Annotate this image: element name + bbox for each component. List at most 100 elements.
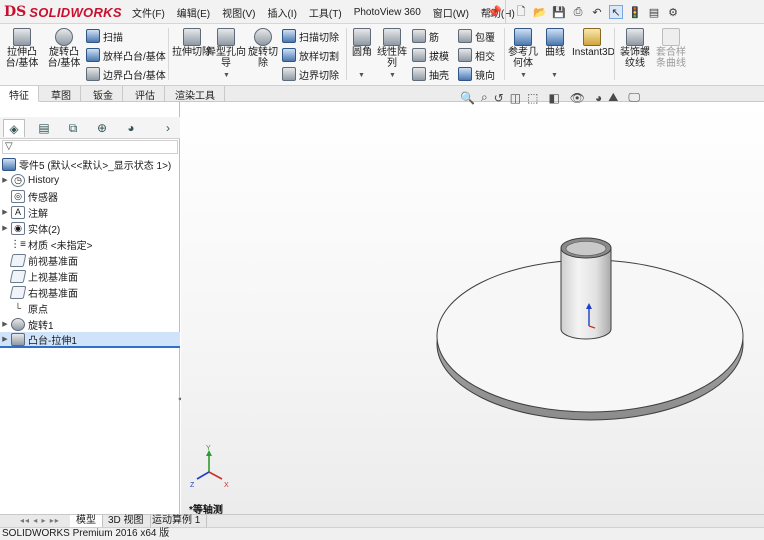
rib-button[interactable]: 筋 [412,28,439,44]
extruded-cylinder-body[interactable] [560,237,612,340]
tree-item-boss-extrude1[interactable]: ▶ 凸台-拉伸1 [0,332,180,348]
previous-view-icon[interactable]: ↺ [494,91,504,105]
tab-sheet-metal[interactable]: 钣金 [84,86,123,102]
pattern-chevron-down-icon[interactable]: ▼ [389,72,396,79]
instant3d-button[interactable]: Instant3D [572,28,615,58]
rebuild-icon[interactable]: 🚦 [628,5,642,19]
property-manager-tab-icon[interactable]: ▤ [33,119,55,137]
tree-item-solid-bodies[interactable]: ▶ ◉ 实体(2) [0,220,180,236]
save-icon[interactable]: 💾 [552,5,566,19]
tree-item-history[interactable]: ▶ ◷ History [0,172,180,188]
zoom-to-area-icon[interactable]: ⌕ [481,90,488,105]
tab-render-tools[interactable]: 渲染工具 [166,86,225,102]
tree-root[interactable]: 零件5 (默认<<默认>_显示状态 1>) [0,156,180,172]
reference-geometry-button[interactable]: 参考几何体 [506,28,540,69]
swept-cut-button[interactable]: 扫描切除 [282,28,339,44]
part-icon [2,157,16,171]
plane-icon [9,253,27,267]
expand-icon[interactable]: ▶ [0,335,10,343]
tab-evaluate[interactable]: 评估 [126,86,165,102]
hole-wizard-button[interactable]: 异型孔向导 [206,28,246,69]
configuration-manager-tab-icon[interactable]: ⧉ [62,119,84,137]
swept-boss-button[interactable]: 扫描 [86,28,123,44]
tree-item-revolve1[interactable]: ▶ 旋转1 [0,316,180,332]
expand-icon[interactable]: ▶ [0,208,10,216]
print-icon[interactable]: ⎙ [571,5,585,19]
revolved-cut-button[interactable]: 旋转切除 [244,28,282,69]
menu-view[interactable]: 视图(V) [222,5,255,20]
tab-navigation-arrows[interactable]: ◂◂ ◂ ▸ ▸▸ [20,516,60,525]
revolved-boss-icon [55,28,73,46]
menu-file[interactable]: 文件(F) [132,5,165,20]
section-view-icon[interactable]: ◫ [510,91,521,105]
tree-filter[interactable]: ▽ [2,140,178,154]
menu-edit[interactable]: 编辑(E) [177,5,210,20]
open-icon[interactable]: 📂 [533,5,547,19]
boundary-cut-button[interactable]: 边界切除 [282,66,339,82]
lofted-cut-button[interactable]: 放样切割 [282,47,339,63]
mirror-button[interactable]: 镜向 [458,66,495,82]
annotation-icon: A [11,205,25,219]
combine-curves-button[interactable]: 套合样条曲线 [652,28,690,69]
tab-sketch[interactable]: 草图 [42,86,81,102]
solidworks-logo[interactable]: DS SOLIDWORKS [4,3,122,21]
fillet-chevron-down-icon[interactable]: ▼ [358,72,365,79]
apply-scene-icon[interactable]: ⛰ [608,90,618,105]
menu-window[interactable]: 窗口(W) [433,5,469,20]
wrap-button[interactable]: 包覆 [458,28,495,44]
linear-pattern-button[interactable]: 线性阵列 [376,28,408,69]
draft-button[interactable]: 拔模 [412,47,449,63]
extruded-boss-button[interactable]: 拉伸凸台/基体 [2,28,42,69]
options-icon[interactable]: ⚙ [666,5,680,19]
cosmetic-thread-button[interactable]: 装饰螺纹线 [616,28,654,69]
expand-icon[interactable]: ▶ [0,176,10,184]
curves-chevron-down-icon[interactable]: ▼ [551,72,558,79]
tree-item-annotations[interactable]: ▶ A 注解 [0,204,180,220]
tree-item-origin[interactable]: └ 原点 [0,300,180,316]
dimxpert-tab-icon[interactable]: ⊕ [91,119,113,137]
lofted-boss-button[interactable]: 放样凸台/基体 [86,47,166,63]
hide-show-items-icon[interactable]: 👁 [570,91,585,105]
file-properties-icon[interactable]: ▤ [647,5,661,19]
menu-photoview[interactable]: PhotoView 360 [354,7,421,18]
hole-wizard-chevron-down-icon[interactable]: ▼ [223,72,230,79]
display-manager-tab-icon[interactable]: ◕ [120,119,142,137]
wrap-icon [458,29,472,43]
menu-tools[interactable]: 工具(T) [309,5,342,20]
new-icon[interactable]: 🗋 [514,5,528,19]
select-icon[interactable]: ↖ [609,5,623,19]
revolved-boss-button[interactable]: 旋转凸台/基体 [44,28,84,69]
axis-label-z: Z [190,482,195,489]
expand-icon[interactable]: ▶ [0,320,10,328]
menu-bar: DS SOLIDWORKS 文件(F) 编辑(E) 视图(V) 插入(I) 工具… [0,0,764,24]
pin-menu-icon[interactable]: 📌 [487,5,502,19]
display-style-icon[interactable]: ◧ [548,91,559,105]
graphics-area[interactable]: Y Z X *等轴测 [181,102,764,514]
divider [346,28,347,80]
tree-item-material[interactable]: ⋮≡ 材质 <未指定> [0,236,180,252]
tree-item-top-plane[interactable]: 上视基准面 [0,268,180,284]
curves-button[interactable]: 曲线 [540,28,570,58]
view-settings-icon[interactable]: 🖵 [628,90,640,105]
tree-item-sensors[interactable]: ◎ 传感器 [0,188,180,204]
feature-manager-tab-icon[interactable]: ◈ [3,119,25,137]
zoom-to-fit-icon[interactable]: 🔍 [460,91,475,105]
extrude-feature-icon [11,332,25,346]
menu-insert[interactable]: 插入(I) [267,5,296,20]
boundary-boss-button[interactable]: 边界凸台/基体 [86,66,166,82]
tree-item-right-plane[interactable]: 右视基准面 [0,284,180,300]
fillet-button[interactable]: 圆角 [348,28,376,58]
chevron-right-icon[interactable]: › [160,119,176,137]
intersect-button[interactable]: 相交 [458,47,495,63]
reference-geometry-chevron-down-icon[interactable]: ▼ [520,72,527,79]
shell-button[interactable]: 抽壳 [412,66,449,82]
expand-icon[interactable]: ▶ [0,224,10,232]
model-view[interactable]: Y Z X [181,102,764,514]
undo-icon[interactable]: ↶ [590,5,604,19]
edit-appearance-icon[interactable]: ◕ [595,91,602,105]
ds-logo-mark: DS [4,4,27,20]
tree-item-front-plane[interactable]: 前视基准面 [0,252,180,268]
reference-triad[interactable]: Y Z X [190,445,229,489]
tab-features[interactable]: 特征 [0,86,39,102]
view-orientation-icon[interactable]: ⬚ [527,91,538,105]
